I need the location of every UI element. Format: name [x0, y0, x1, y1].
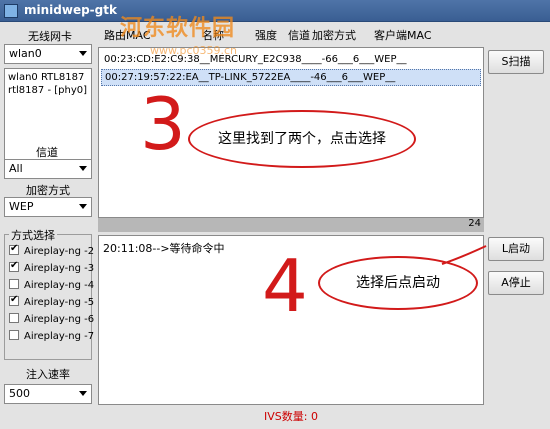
mode-checkbox-row[interactable]: Aireplay-ng -3: [9, 260, 95, 278]
start-button[interactable]: L启动: [488, 237, 544, 261]
title-bar: minidwep-gtk: [0, 0, 550, 22]
mode-checkbox-row[interactable]: Aireplay-ng -4: [9, 279, 94, 295]
mode-label: Aireplay-ng -7: [24, 331, 95, 342]
step3-callout-text: 这里找到了两个，点击选择: [218, 131, 386, 147]
injection-rate-label: 注入速率: [26, 368, 70, 381]
injection-rate-select[interactable]: 500: [4, 384, 92, 404]
adapter-value: wlan0: [9, 47, 42, 60]
adapter-select[interactable]: wlan0: [4, 44, 92, 64]
mode-group: 方式选择 Aireplay-ng -2 Aireplay-ng -3 Airep…: [4, 227, 95, 360]
encryption-select[interactable]: WEP: [4, 197, 92, 217]
chevron-down-icon: [79, 204, 87, 209]
left-panel: 无线网卡 wlan0 wlan0 RTL8187 rtl8187 - [phy0…: [0, 22, 96, 429]
status-count: 24: [468, 218, 481, 229]
adapter-info-line: rtl8187 - [phy0]: [8, 85, 87, 96]
watermark-url: www.pc0359.cn: [150, 44, 238, 57]
ivs-count: IVS数量: 0: [98, 405, 484, 423]
step3-callout: 这里找到了两个，点击选择: [188, 110, 416, 168]
step4-callout-text: 选择后点启动: [356, 275, 440, 291]
progress-status-bar: 24: [98, 218, 484, 232]
window-title: minidwep-gtk: [24, 3, 117, 17]
encryption-value: WEP: [9, 200, 34, 213]
column-header[interactable]: 加密方式: [312, 27, 356, 43]
encryption-label: 加密方式: [26, 184, 70, 197]
chevron-down-icon: [79, 51, 87, 56]
column-header[interactable]: 客户端MAC: [374, 27, 432, 43]
stop-button[interactable]: A停止: [488, 271, 544, 295]
mode-label: Aireplay-ng -5: [24, 297, 95, 308]
mode-checkbox-row[interactable]: Aireplay-ng -6: [9, 313, 94, 329]
scan-button[interactable]: S扫描: [488, 50, 544, 74]
column-header[interactable]: 强度: [255, 27, 277, 43]
adapter-info-line: wlan0 RTL8187: [8, 72, 85, 83]
mode-group-title: 方式选择: [9, 227, 57, 243]
watermark-text: 河东软件园: [120, 16, 236, 41]
mode-checkbox-row[interactable]: Aireplay-ng -7: [9, 330, 94, 346]
step-number-3: 3: [140, 82, 186, 166]
channel-select[interactable]: All: [4, 159, 92, 179]
column-header[interactable]: 信道: [288, 27, 310, 43]
channel-label: 信道: [36, 146, 58, 159]
mode-label: Aireplay-ng -2: [24, 246, 95, 257]
mode-label: Aireplay-ng -6: [24, 314, 95, 325]
mode-checkbox-row[interactable]: Aireplay-ng -5: [9, 294, 95, 312]
checkbox[interactable]: [9, 330, 19, 340]
step-number-4: 4: [262, 244, 308, 328]
adapter-label: 无线网卡: [28, 30, 72, 43]
checkbox[interactable]: [9, 313, 19, 323]
app-icon: [4, 4, 18, 18]
checkbox[interactable]: [9, 294, 19, 306]
checkbox[interactable]: [9, 279, 19, 289]
injection-rate-value: 500: [9, 387, 30, 400]
chevron-down-icon: [79, 166, 87, 171]
callout-pointer-icon: [441, 245, 487, 265]
checkbox[interactable]: [9, 260, 19, 272]
channel-value: All: [9, 162, 23, 175]
chevron-down-icon: [79, 391, 87, 396]
checkbox[interactable]: [9, 243, 19, 255]
mode-label: Aireplay-ng -3: [24, 263, 95, 274]
mode-label: Aireplay-ng -4: [24, 280, 95, 291]
mode-checkbox-row[interactable]: Aireplay-ng -2: [9, 243, 95, 261]
